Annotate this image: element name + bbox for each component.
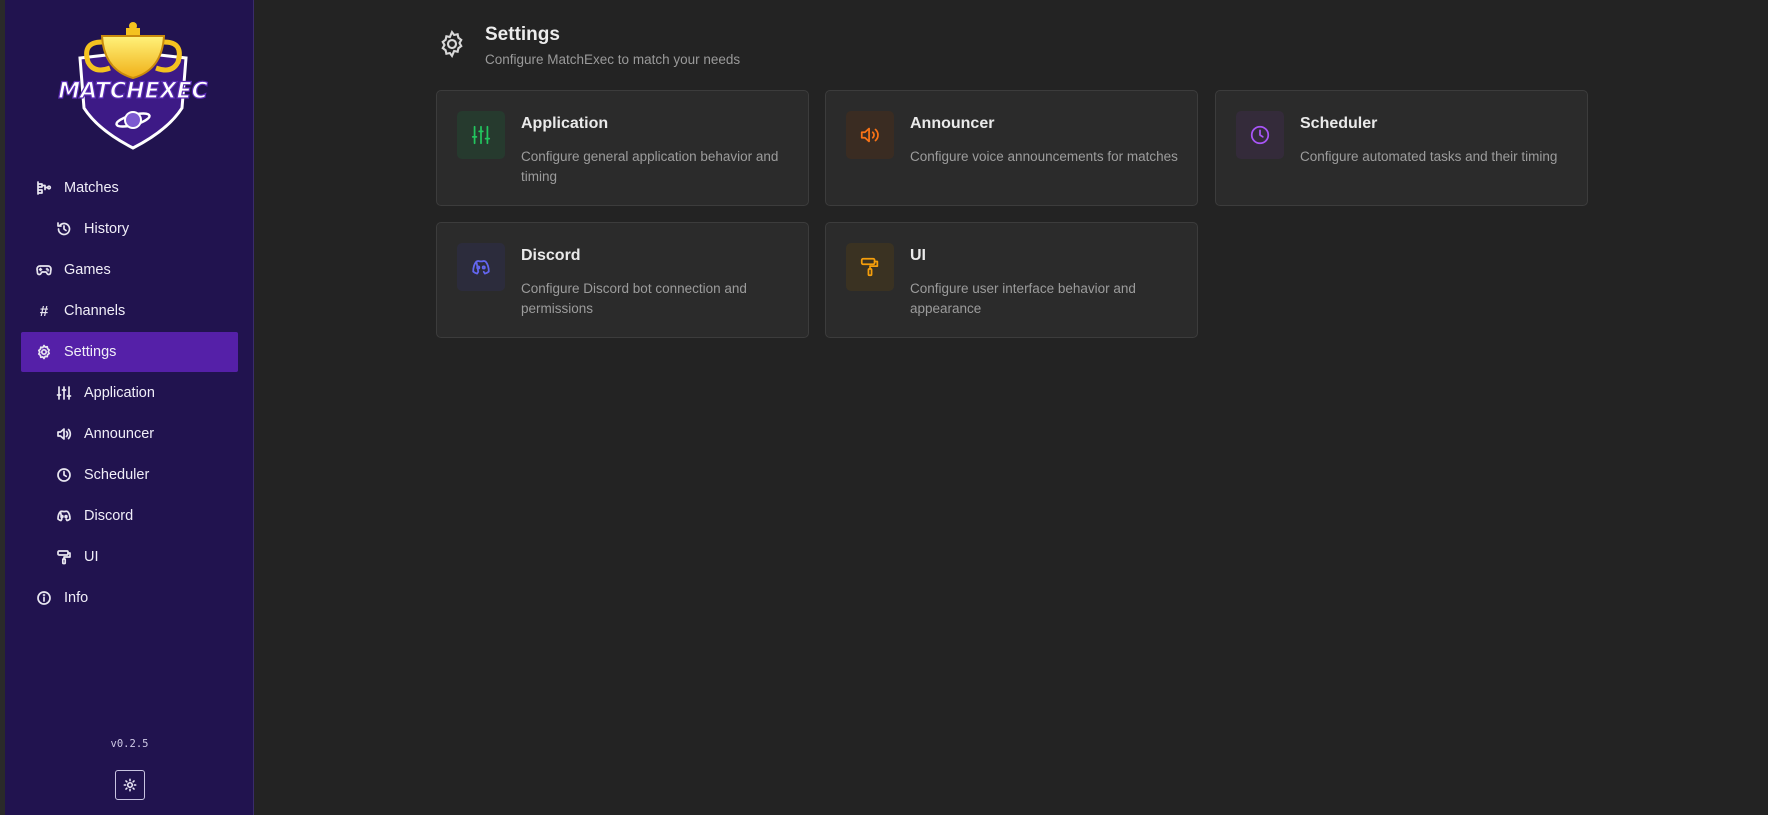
card-icon-box: [457, 111, 505, 159]
sidebar-item-label: Scheduler: [84, 467, 150, 483]
clock-icon: [1250, 125, 1270, 145]
sidebar-item-scheduler[interactable]: Scheduler: [21, 455, 238, 495]
card-title: Announcer: [910, 115, 995, 132]
page-title: Settings: [485, 24, 560, 45]
sidebar-item-label: Games: [64, 262, 111, 278]
sidebar-item-settings[interactable]: Settings: [21, 332, 238, 372]
speaker-icon: [56, 426, 72, 442]
matches-icon: [36, 180, 52, 196]
card-icon-box: [1236, 111, 1284, 159]
card-announcer[interactable]: Announcer Configure voice announcements …: [825, 90, 1198, 206]
card-description: Configure general application behavior a…: [521, 149, 779, 184]
sidebar: MATCHEXEC Matches History Games # Channe…: [5, 0, 254, 815]
discord-icon: [56, 508, 72, 524]
sidebar-item-matches[interactable]: Matches: [21, 168, 238, 208]
card-discord[interactable]: Discord Configure Discord bot connection…: [436, 222, 809, 338]
card-description: Configure user interface behavior and ap…: [910, 281, 1136, 316]
sidebar-item-announcer[interactable]: Announcer: [21, 414, 238, 454]
theme-toggle-button[interactable]: [115, 770, 145, 800]
sidebar-item-label: Matches: [64, 180, 119, 196]
sidebar-item-label: Announcer: [84, 426, 155, 442]
card-description: Configure automated tasks and their timi…: [1300, 149, 1558, 164]
card-title: UI: [910, 247, 926, 264]
sidebar-item-label: Discord: [84, 508, 134, 524]
sidebar-item-application[interactable]: Application: [21, 373, 238, 413]
sliders-icon: [56, 385, 72, 401]
sidebar-item-games[interactable]: Games: [21, 250, 238, 290]
card-application[interactable]: Application Configure general applicatio…: [436, 90, 809, 206]
gamepad-icon: [36, 262, 52, 278]
app-logo[interactable]: MATCHEXEC: [58, 20, 208, 150]
version-label: v0.2.5: [110, 738, 149, 750]
sidebar-item-label: Application: [84, 385, 155, 401]
info-icon: [36, 590, 52, 606]
gear-icon: [36, 344, 52, 360]
svg-text:MATCHEXEC: MATCHEXEC: [58, 79, 208, 104]
paint-roller-icon: [860, 257, 879, 277]
card-ui[interactable]: UI Configure user interface behavior and…: [825, 222, 1198, 338]
card-title: Discord: [521, 247, 581, 264]
card-title: Scheduler: [1300, 115, 1378, 132]
speaker-icon: [860, 127, 879, 143]
hash-icon: #: [39, 302, 49, 320]
history-icon: [56, 221, 72, 237]
sidebar-item-label: UI: [84, 549, 99, 565]
card-icon-box: [457, 243, 505, 291]
sidebar-item-label: History: [84, 221, 130, 237]
sidebar-item-history[interactable]: History: [21, 209, 238, 249]
card-description: Configure Discord bot connection and per…: [521, 281, 747, 316]
clock-icon: [56, 467, 72, 483]
page-header: Settings Configure MatchExec to match yo…: [437, 24, 740, 67]
sidebar-nav: Matches History Games # Channels Setting…: [21, 168, 238, 619]
discord-icon: [472, 260, 490, 275]
sliders-icon: [471, 125, 491, 145]
sidebar-item-label: Settings: [64, 344, 117, 360]
sidebar-item-discord[interactable]: Discord: [21, 496, 238, 536]
card-icon-box: [846, 111, 894, 159]
card-icon-box: [846, 243, 894, 291]
gear-icon: [437, 29, 467, 59]
card-description: Configure voice announcements for matche…: [910, 149, 1178, 164]
sun-icon: [123, 778, 137, 792]
sidebar-item-label: Info: [64, 590, 89, 606]
sidebar-item-info[interactable]: Info: [21, 578, 238, 618]
card-title: Application: [521, 115, 609, 132]
sidebar-item-channels[interactable]: # Channels: [21, 291, 238, 331]
card-scheduler[interactable]: Scheduler Configure automated tasks and …: [1215, 90, 1588, 206]
page-subtitle: Configure MatchExec to match your needs: [485, 52, 741, 67]
paint-roller-icon: [56, 549, 72, 565]
sidebar-item-label: Channels: [64, 303, 126, 319]
sidebar-item-ui[interactable]: UI: [21, 537, 238, 577]
